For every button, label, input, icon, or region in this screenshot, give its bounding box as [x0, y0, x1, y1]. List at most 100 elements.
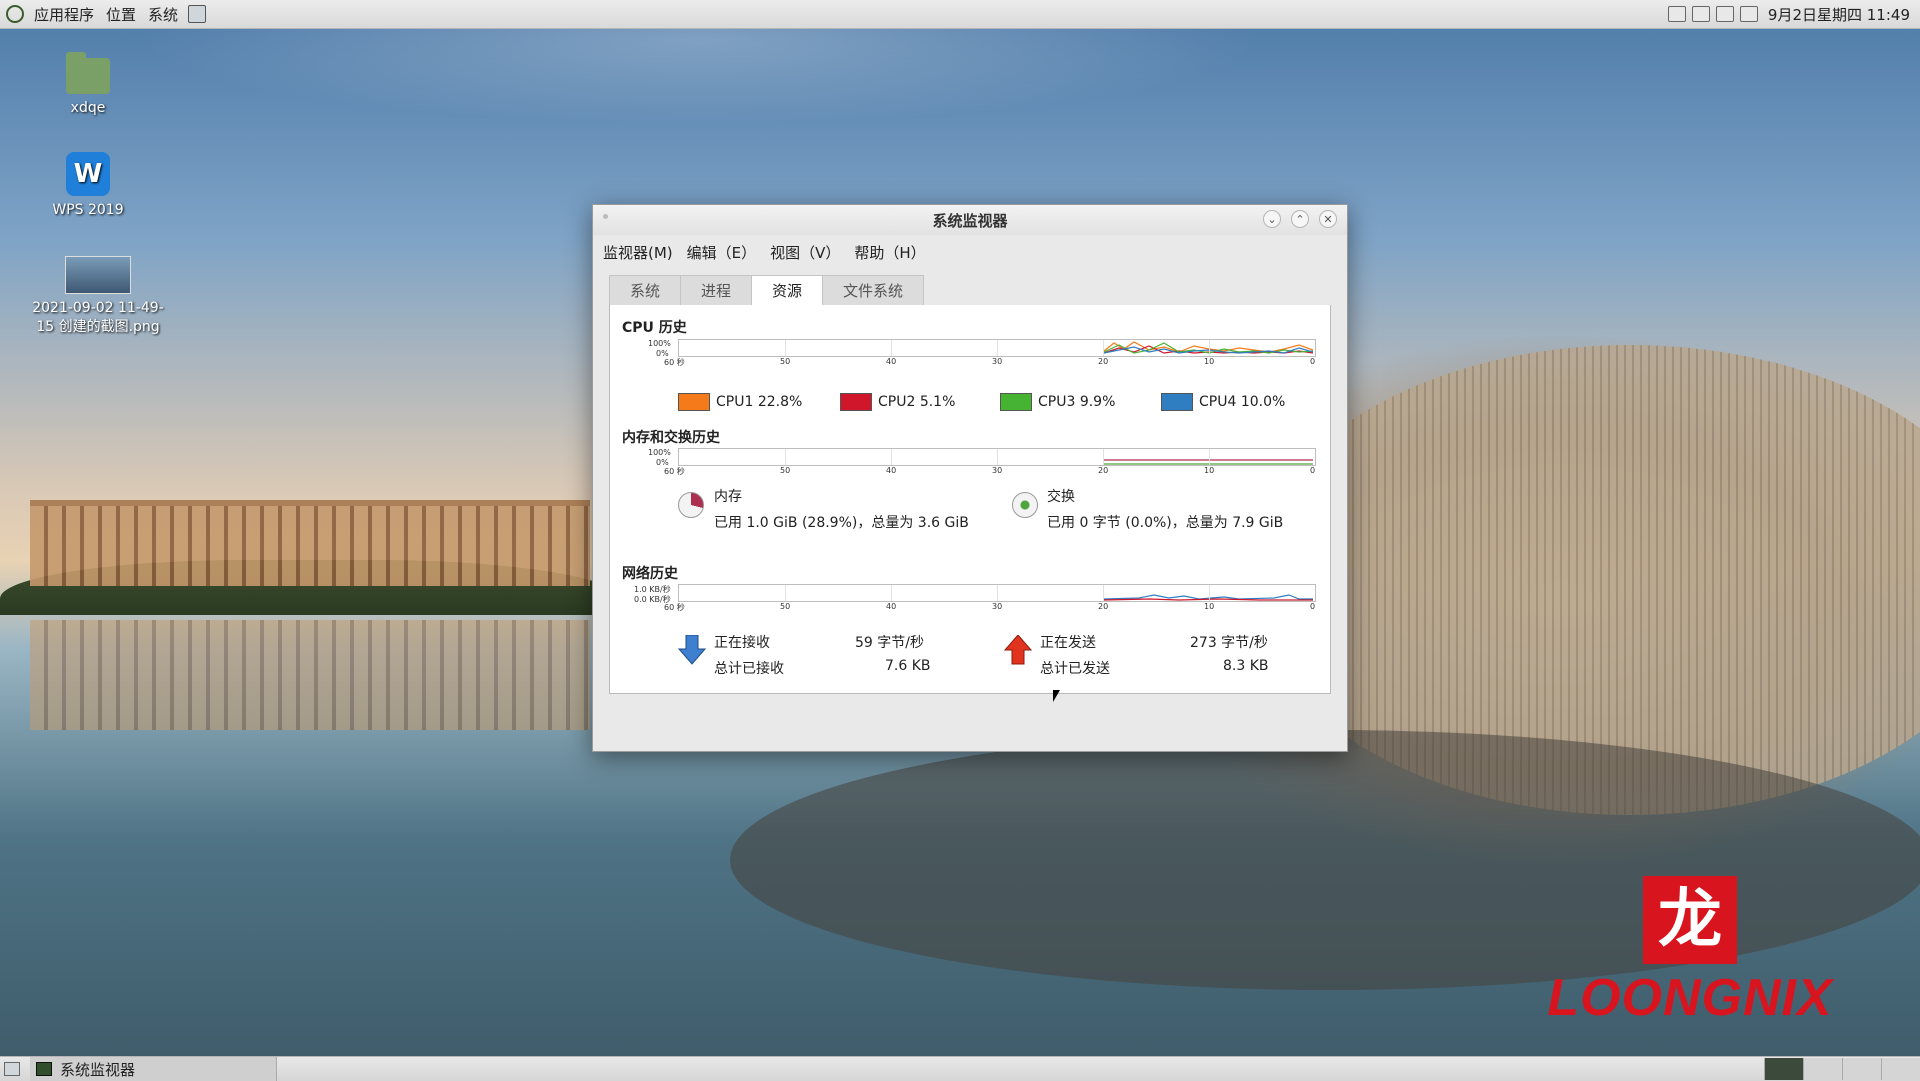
- network-history-title: 网络历史: [622, 566, 678, 582]
- x-tick-label: 50: [780, 357, 791, 366]
- memory-history-graph: [678, 448, 1316, 466]
- desktop-icon-screenshot[interactable]: 2021-09-02 11-49-15 创建的截图.png: [28, 256, 168, 336]
- cpu4-color-swatch[interactable]: [1161, 393, 1193, 411]
- menubar: 监视器(M) 编辑（E） 视图（V） 帮助（H）: [593, 235, 1347, 265]
- x-tick-label: 30: [992, 466, 1003, 475]
- x-tick-label: 10: [1204, 466, 1215, 475]
- receiving-label: 正在接收: [714, 635, 770, 651]
- minimize-button[interactable]: ⌄: [1263, 210, 1281, 228]
- tab-processes[interactable]: 进程: [680, 275, 753, 306]
- x-tick-label: 20: [1098, 602, 1109, 611]
- clock[interactable]: 9月2日星期四 11:49: [1768, 4, 1910, 25]
- home-folder-icon: [66, 52, 110, 94]
- wallpaper-building-reflection: [30, 620, 590, 730]
- graph-gridline: [785, 585, 786, 601]
- menu-view[interactable]: 视图（V）: [768, 242, 842, 263]
- x-tick-label: 40: [886, 466, 897, 475]
- cpu2-color-swatch[interactable]: [840, 393, 872, 411]
- sending-arrow-icon: [1004, 635, 1032, 665]
- tab-system[interactable]: 系统: [609, 275, 682, 306]
- loong-seal-icon: 龙: [1643, 876, 1737, 964]
- graph-gridline: [1209, 449, 1210, 465]
- cpu2-legend: CPU2 5.1%: [840, 393, 955, 411]
- graph-gridline: [997, 585, 998, 601]
- x-tick-label: 10: [1204, 357, 1215, 366]
- x-tick-label: 0: [1310, 602, 1316, 611]
- cpu4-value: 10.0%: [1240, 394, 1286, 410]
- x-tick-label: 0: [1310, 357, 1316, 366]
- swap-label: 交换: [1047, 489, 1075, 505]
- tab-filesystems[interactable]: 文件系统: [822, 275, 925, 306]
- window-title: 系统监视器: [932, 211, 1008, 230]
- swap-detail: 已用 0 字节 (0.0%)，总量为 7.9 GiB: [1047, 515, 1284, 531]
- x-tick-label: 0: [1310, 466, 1316, 475]
- system-tray: 9月2日星期四 11:49: [1667, 4, 1920, 25]
- graph-gridline: [997, 449, 998, 465]
- cpu1-legend: CPU1 22.8%: [678, 393, 802, 411]
- workspace-2[interactable]: [1803, 1058, 1842, 1080]
- system-monitor-window: 系统监视器 ⌄ ⌃ ✕ 监视器(M) 编辑（E） 视图（V） 帮助（H） 系统 …: [592, 204, 1348, 752]
- menu-applications[interactable]: 应用程序: [28, 4, 100, 25]
- system-monitor-icon: [36, 1062, 52, 1076]
- memory-detail: 已用 1.0 GiB (28.9%)，总量为 3.6 GiB: [714, 515, 969, 531]
- x-tick-label: 40: [886, 357, 897, 366]
- x-tick-label: 50: [780, 602, 791, 611]
- app-menu-logo-icon[interactable]: [6, 5, 24, 23]
- screenshot-launcher-icon[interactable]: [188, 5, 207, 23]
- loongnix-logo: 龙 LOONGNIX: [1520, 876, 1860, 1028]
- resources-panel: CPU 历史 100% 0% CPU1 22.8% CPU2 5.1% CPU3: [609, 305, 1331, 694]
- graph-gridline: [891, 340, 892, 356]
- menu-system[interactable]: 系统: [142, 4, 184, 25]
- menu-help[interactable]: 帮助（H）: [852, 242, 927, 263]
- cpu2-label: CPU2: [878, 394, 916, 410]
- workspace-3[interactable]: [1842, 1058, 1881, 1080]
- cpu1-color-swatch[interactable]: [678, 393, 710, 411]
- wallpaper-building: [30, 500, 590, 586]
- memory-history-title: 内存和交换历史: [622, 430, 720, 446]
- graph-gridline: [891, 449, 892, 465]
- cpu1-value: 22.8%: [757, 394, 803, 410]
- volume-icon[interactable]: [1715, 6, 1734, 22]
- window-titlebar[interactable]: 系统监视器 ⌄ ⌃ ✕: [593, 205, 1347, 235]
- x-tick-label: 20: [1098, 466, 1109, 475]
- network-icon[interactable]: [1691, 6, 1710, 22]
- x-tick-label: 60 秒: [664, 467, 685, 476]
- total-sent-label: 总计已发送: [1040, 661, 1110, 677]
- bottom-panel: 系统监视器: [0, 1056, 1920, 1081]
- menu-monitor[interactable]: 监视器(M): [601, 242, 675, 263]
- workspace-1[interactable]: [1764, 1058, 1803, 1080]
- receiving-arrow-icon: [678, 635, 706, 665]
- graph-gridline: [1103, 340, 1104, 356]
- desktop-icon-home[interactable]: xdqe: [23, 52, 153, 116]
- desktop-icon-wps[interactable]: W WPS 2019: [23, 152, 153, 218]
- cpu3-color-swatch[interactable]: [1000, 393, 1032, 411]
- maximize-button[interactable]: ⌃: [1291, 210, 1309, 228]
- memory-pie-icon[interactable]: [678, 492, 704, 518]
- window-menu-icon[interactable]: [603, 214, 608, 219]
- desktop-icon-label: xdqe: [70, 100, 106, 116]
- graph-gridline: [785, 340, 786, 356]
- graph-gridline: [891, 585, 892, 601]
- cpu2-value: 5.1%: [919, 394, 956, 410]
- graph-gridline: [1209, 340, 1210, 356]
- menu-places[interactable]: 位置: [100, 4, 142, 25]
- menu-edit[interactable]: 编辑（E）: [685, 242, 758, 263]
- tab-resources[interactable]: 资源: [751, 275, 824, 306]
- workspace-4[interactable]: [1881, 1058, 1920, 1080]
- graph-gridline: [785, 449, 786, 465]
- wps-icon: W: [66, 152, 110, 196]
- sending-value: 273 字节/秒: [1190, 635, 1268, 651]
- keyboard-icon[interactable]: [1667, 6, 1686, 22]
- close-button[interactable]: ✕: [1319, 210, 1337, 228]
- taskbar-item-system-monitor[interactable]: 系统监视器: [30, 1057, 277, 1081]
- x-tick-label: 50: [780, 466, 791, 475]
- graph-gridline: [997, 340, 998, 356]
- user-icon[interactable]: [1739, 6, 1758, 22]
- show-desktop-icon[interactable]: [4, 1062, 20, 1076]
- x-tick-label: 60 秒: [664, 603, 685, 612]
- x-tick-label: 30: [992, 357, 1003, 366]
- swap-pie-icon[interactable]: [1012, 492, 1038, 518]
- cpu4-label: CPU4: [1199, 394, 1237, 410]
- graph-gridline: [1209, 585, 1210, 601]
- cpu-history-graph: [678, 339, 1316, 357]
